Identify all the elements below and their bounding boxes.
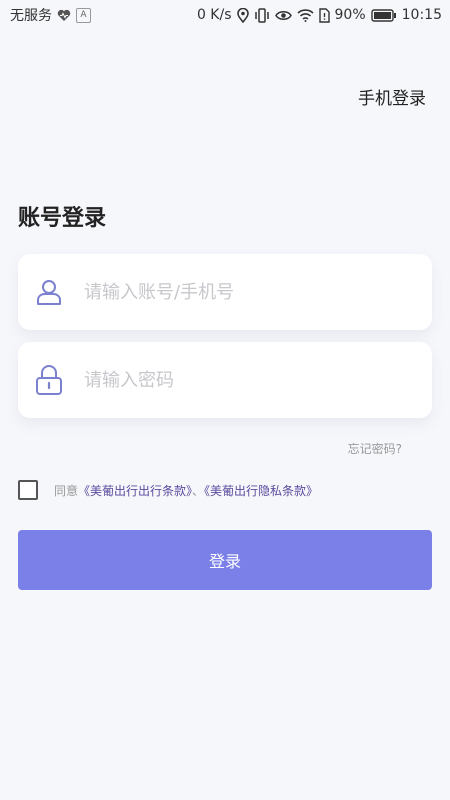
login-screen: 无服务 A 0 K/s 90% 10:15 手机登录 账号登录 请输入账号/手机…: [0, 0, 450, 800]
password-field[interactable]: [18, 342, 432, 418]
user-icon: [34, 277, 64, 307]
phone-login-link[interactable]: 手机登录: [358, 84, 426, 109]
account-input[interactable]: [82, 280, 386, 304]
status-bar-left: 无服务 A: [10, 5, 91, 25]
status-bar: 无服务 A 0 K/s 90% 10:15: [0, 0, 450, 30]
network-speed: 0 K/s: [196, 7, 232, 23]
battery-percent: 90%: [334, 7, 366, 23]
forgot-password-link[interactable]: 忘记密码?: [348, 440, 402, 457]
agreement-checkbox[interactable]: [18, 480, 38, 500]
password-input[interactable]: [82, 368, 386, 392]
wifi-icon: [296, 8, 314, 22]
a-badge-icon: A: [76, 7, 91, 23]
vibrate-icon: [254, 7, 270, 23]
agreement-text: 同意《美葡出行出行条款》、《美葡出行隐私条款》: [54, 482, 318, 499]
lock-icon: [34, 365, 64, 395]
heart-icon: [57, 9, 71, 22]
page-title: 账号登录: [18, 206, 107, 231]
agreement-row: 同意《美葡出行出行条款》、《美葡出行隐私条款》: [18, 480, 318, 500]
account-field[interactable]: [18, 254, 432, 330]
agreement-separator: 、: [192, 483, 205, 498]
agreement-prefix: 同意: [54, 483, 79, 498]
eye-icon: [274, 9, 292, 22]
terms-link[interactable]: 《美葡出行出行条款》: [78, 484, 192, 498]
sim-icon: [318, 7, 330, 23]
location-icon: [236, 7, 249, 23]
status-bar-right: 0 K/s 90% 10:15: [197, 7, 442, 23]
privacy-link[interactable]: 《美葡出行隐私条款》: [204, 484, 318, 498]
carrier-text: 无服务: [10, 8, 52, 24]
clock-time: 10:15: [401, 7, 442, 23]
login-button[interactable]: 登录: [18, 530, 432, 590]
battery-icon: [370, 8, 397, 22]
